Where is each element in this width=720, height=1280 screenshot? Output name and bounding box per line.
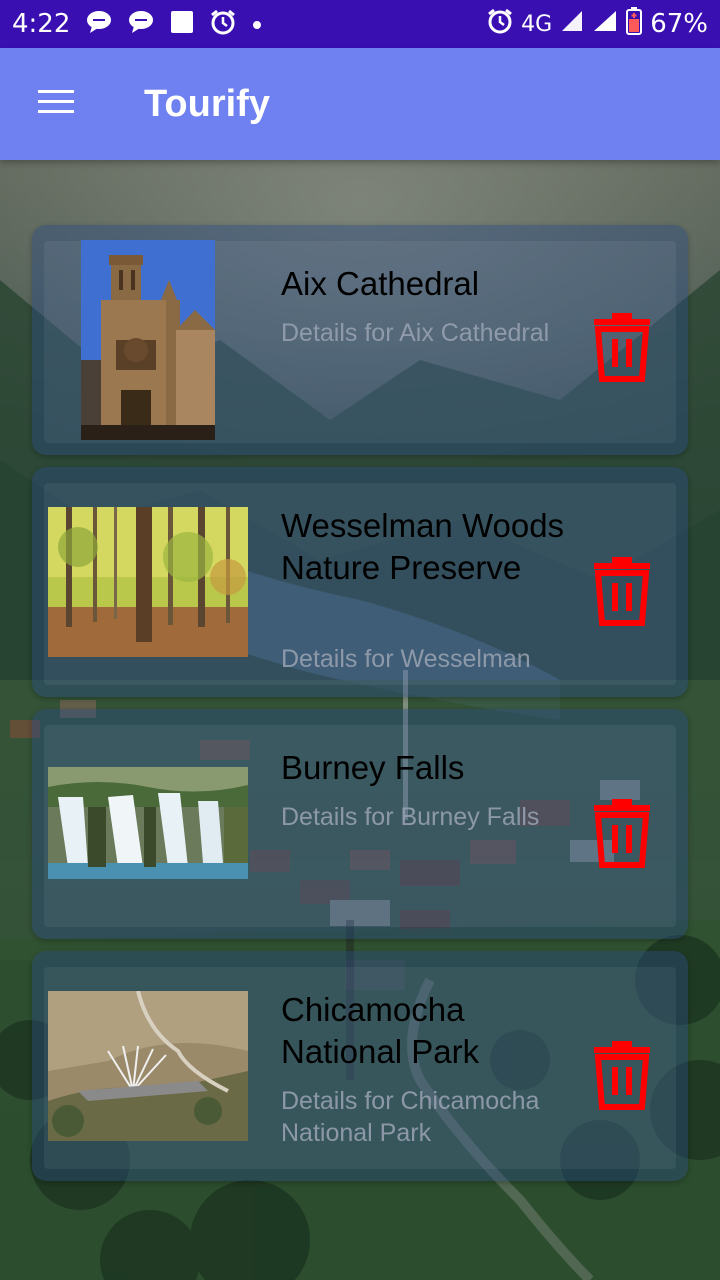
trash-icon [590, 1041, 654, 1115]
trash-icon [590, 313, 654, 387]
hamburger-menu-icon [36, 87, 76, 122]
place-image [48, 507, 248, 657]
place-name: Wesselman Woods Nature Preserve [281, 507, 565, 586]
place-details: Details for Wesselman [281, 645, 531, 673]
place-image [48, 767, 248, 879]
alarm-icon [210, 9, 236, 39]
network-type: 4G [521, 11, 553, 37]
place-card[interactable]: Chicamocha National Park Details for Chi… [32, 951, 688, 1181]
place-image [48, 991, 248, 1141]
delete-button[interactable] [590, 1041, 654, 1111]
place-card[interactable]: Burney Falls Details for Burney Falls [32, 709, 688, 939]
place-card[interactable]: Wesselman Woods Nature Preserve Details … [32, 467, 688, 697]
status-time: 4:22 [12, 9, 71, 39]
dot-icon [252, 15, 262, 34]
delete-button[interactable] [590, 557, 654, 627]
battery-icon [626, 7, 643, 41]
delete-button[interactable] [590, 799, 654, 869]
square-notification-icon [170, 10, 194, 38]
chat-bubble-icon [128, 10, 154, 38]
trash-icon [590, 557, 654, 631]
alarm-icon [487, 8, 513, 40]
battery-percent: 67% [650, 9, 708, 39]
trash-icon [590, 799, 654, 873]
delete-button[interactable] [590, 313, 654, 383]
menu-button[interactable] [0, 48, 112, 160]
place-name: Aix Cathedral [281, 265, 480, 302]
signal-icon [560, 9, 584, 39]
place-name: Chicamocha National Park [281, 991, 480, 1070]
place-details: Details for Aix Cathedral [281, 319, 550, 347]
wifi-signal-icon [592, 9, 618, 39]
status-bar: 4:22 4G 67% [0, 0, 720, 48]
place-details: Details for Chicamocha National Park [281, 1087, 540, 1147]
app-bar: Tourify [0, 48, 720, 160]
place-list: Aix Cathedral Details for Aix Cathedral [0, 160, 720, 1280]
place-name: Burney Falls [281, 749, 465, 786]
app-title: Tourify [144, 82, 270, 125]
place-details: Details for Burney Falls [281, 803, 540, 831]
place-card[interactable]: Aix Cathedral Details for Aix Cathedral [32, 225, 688, 455]
chat-bubble-icon [86, 10, 112, 38]
place-image [81, 240, 215, 440]
